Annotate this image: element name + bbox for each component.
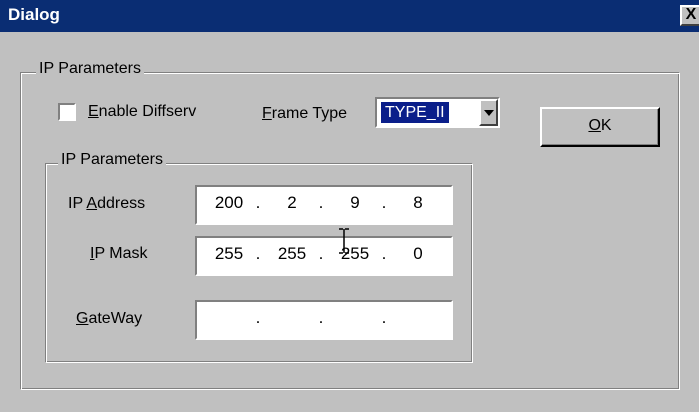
ip-address-label: IP Address xyxy=(68,195,146,212)
gateway-field[interactable]: . . . xyxy=(195,300,453,340)
separator: . xyxy=(255,244,261,263)
ip-mask-octet-2[interactable]: 255 xyxy=(272,244,312,264)
frame-type-value: TYPE_II xyxy=(380,101,450,124)
ip-mask-octet-1[interactable]: 255 xyxy=(209,244,249,264)
gateway-label: GateWay xyxy=(76,310,143,327)
frame-type-label: Frame Type xyxy=(262,105,348,122)
separator: . xyxy=(318,244,324,263)
ok-button[interactable]: OK xyxy=(540,107,660,147)
dropdown-arrow-icon[interactable] xyxy=(479,99,498,126)
separator: . xyxy=(381,308,387,327)
outer-group-legend: IP Parameters xyxy=(36,60,144,78)
text-cursor-icon xyxy=(339,228,349,254)
separator: . xyxy=(381,244,387,263)
ip-address-octet-4[interactable]: 8 xyxy=(398,193,438,213)
window-title: Dialog xyxy=(8,5,60,24)
enable-diffserv-label[interactable]: Enable Diffserv xyxy=(88,103,196,121)
ip-address-octet-2[interactable]: 2 xyxy=(272,193,312,213)
separator: . xyxy=(318,193,324,212)
close-icon: X xyxy=(685,6,697,23)
separator: . xyxy=(318,308,324,327)
separator: . xyxy=(381,193,387,212)
ip-address-octet-3[interactable]: 9 xyxy=(335,193,375,213)
ip-mask-label: IP Mask xyxy=(90,245,148,262)
ip-mask-field[interactable]: 255 . 255 . 255 . 0 xyxy=(195,236,453,276)
title-bar: Dialog X xyxy=(0,0,699,32)
ip-address-field[interactable]: 200 . 2 . 9 . 8 xyxy=(195,185,453,225)
separator: . xyxy=(255,308,261,327)
ip-address-octet-1[interactable]: 200 xyxy=(209,193,249,213)
frame-type-select[interactable]: TYPE_II xyxy=(375,97,500,128)
inner-group-legend: IP Parameters xyxy=(58,151,166,169)
enable-diffserv-checkbox[interactable] xyxy=(58,103,76,121)
ip-mask-octet-4[interactable]: 0 xyxy=(398,244,438,264)
close-button[interactable]: X xyxy=(680,5,699,26)
separator: . xyxy=(255,193,261,212)
